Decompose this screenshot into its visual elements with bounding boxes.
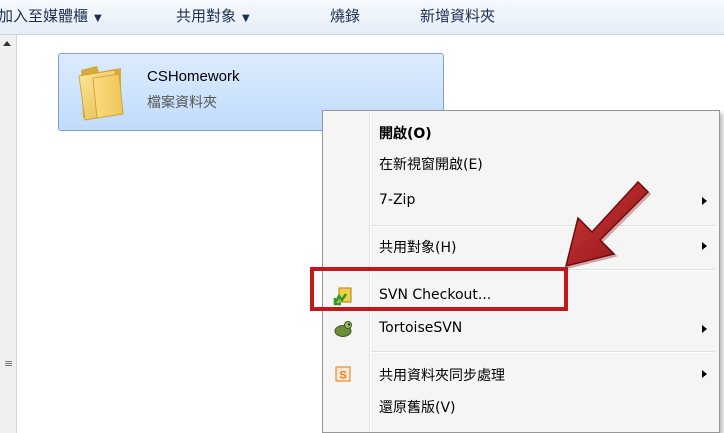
tortoisesvn-icon — [334, 321, 352, 337]
menu-item-label: 共用對象(H) — [379, 240, 457, 256]
splitter-grip-icon[interactable]: ≡ — [4, 358, 13, 369]
chevron-down-icon: ▼ — [94, 13, 102, 24]
menu-item-tortoisesvn[interactable]: TortoiseSVN — [325, 314, 717, 344]
new-folder-label: 新增資料夾 — [420, 7, 496, 25]
add-to-library-button[interactable]: 加入至媒體櫃 ▼ — [0, 6, 102, 26]
burn-button[interactable]: 燒錄 — [330, 6, 360, 26]
folder-icon — [78, 66, 124, 121]
menu-item-open[interactable]: 開啟(O) — [325, 117, 717, 147]
svg-text:S: S — [339, 370, 346, 382]
new-folder-button[interactable]: 新增資料夾 — [420, 6, 495, 26]
folder-type: 檔案資料夾 — [147, 95, 217, 111]
menu-item-label: 共用資料夾同步處理 — [379, 368, 505, 384]
sync-share-icon: S — [335, 366, 351, 382]
menu-item-label: 還原舊版(V) — [379, 400, 456, 416]
menu-item-label: 開啟(O) — [379, 126, 432, 142]
menu-item-sync-share[interactable]: S 共用資料夾同步處理 — [325, 359, 717, 389]
menu-item-label: 7-Zip — [379, 192, 416, 208]
navigation-pane-scrollbar[interactable]: ≡ — [0, 35, 17, 433]
menu-separator — [371, 351, 715, 353]
burn-label: 燒錄 — [330, 7, 361, 25]
menu-item-label: 在新視窗開啟(E) — [379, 157, 483, 173]
folder-name: CSHomework — [147, 68, 240, 85]
chevron-down-icon: ▼ — [242, 13, 250, 24]
submenu-arrow-icon — [702, 370, 707, 378]
scroll-up-arrow-icon[interactable] — [3, 41, 11, 46]
add-to-library-label: 加入至媒體櫃 — [0, 7, 89, 25]
menu-item-label: TortoiseSVN — [379, 320, 463, 336]
submenu-arrow-icon — [702, 242, 707, 250]
share-with-button[interactable]: 共用對象 ▼ — [176, 6, 250, 26]
menu-item-restore-previous[interactable]: 還原舊版(V) — [325, 391, 717, 421]
submenu-arrow-icon — [702, 197, 707, 205]
submenu-arrow-icon — [702, 325, 707, 333]
command-bar: 加入至媒體櫃 ▼ 共用對象 ▼ 燒錄 新增資料夾 — [0, 0, 724, 35]
highlight-box — [310, 267, 568, 311]
pointer-arrow-icon — [564, 180, 652, 270]
share-with-label: 共用對象 — [176, 7, 237, 25]
